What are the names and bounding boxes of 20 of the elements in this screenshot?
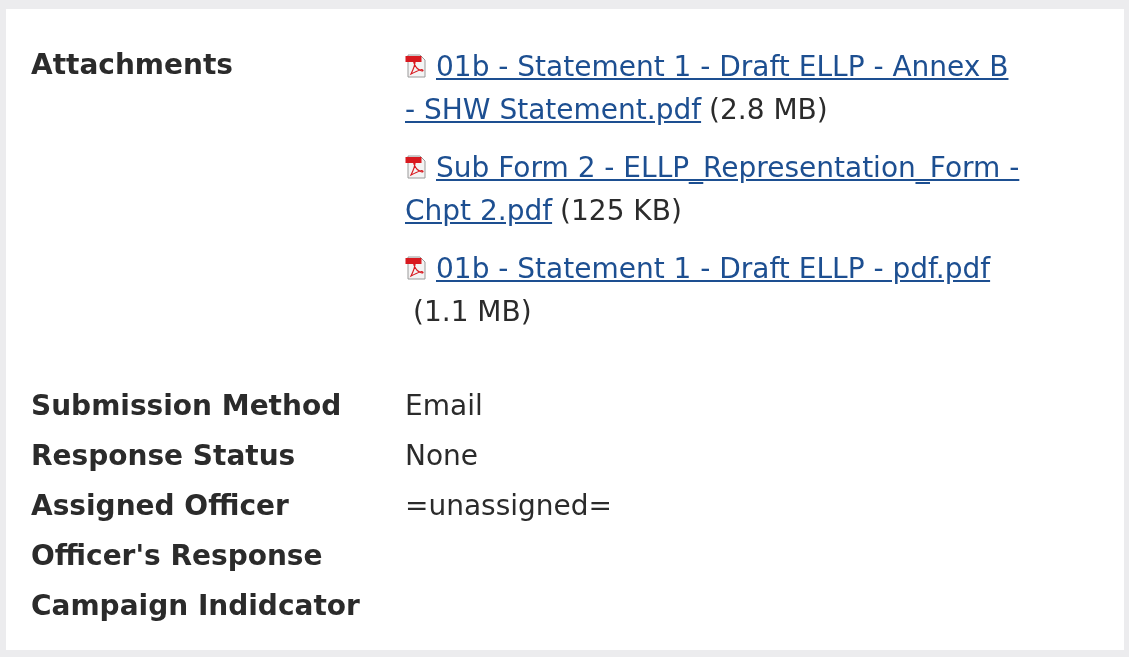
- field-label: Response Status: [31, 438, 297, 474]
- field-label: Campaign Indidcator: [31, 588, 361, 624]
- attachment-link[interactable]: - SHW Statement.pdf: [405, 93, 702, 126]
- field-label: Assigned Officer: [31, 488, 290, 524]
- field-label: Attachments: [31, 47, 234, 83]
- field-label: Officer's Response: [31, 538, 324, 574]
- attachment-link[interactable]: 01b - Statement 1 - Draft ELLP - pdf.pdf: [436, 252, 991, 285]
- pdf-file-icon: [405, 54, 427, 78]
- file-size: (2.8 MB): [709, 92, 828, 128]
- field-label: Submission Method: [31, 388, 343, 424]
- attachment-link[interactable]: 01b - Statement 1 - Draft ELLP - Annex B: [436, 50, 1009, 83]
- file-size: (1.1 MB): [413, 294, 532, 330]
- field-value: =unassigned=: [405, 488, 613, 524]
- attachment-link[interactable]: Chpt 2.pdf: [405, 194, 553, 227]
- field-value: None: [405, 438, 479, 474]
- field-value: Email: [405, 388, 483, 424]
- pdf-file-icon: [405, 256, 427, 280]
- pdf-file-icon: [405, 155, 427, 179]
- file-size: (125 KB): [560, 193, 682, 229]
- attachment-link[interactable]: Sub Form 2 - ELLP_Representation_Form -: [436, 151, 1020, 184]
